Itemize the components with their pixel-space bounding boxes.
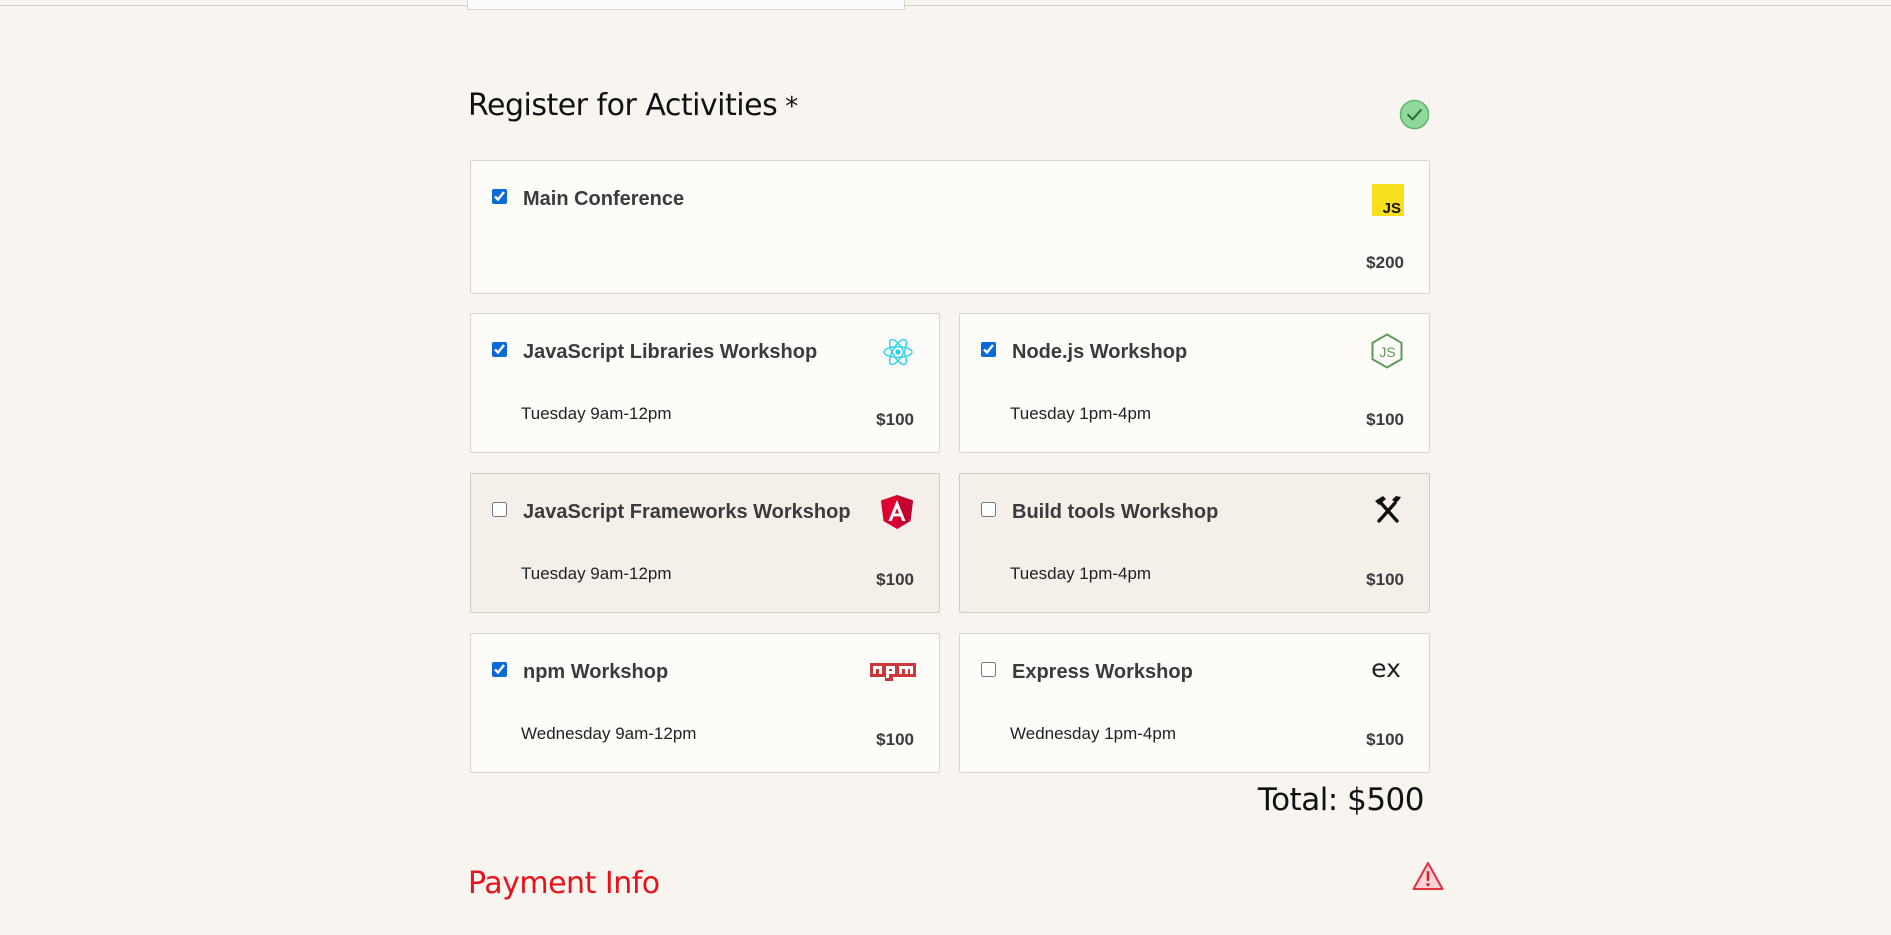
activity-checkbox[interactable] — [981, 502, 996, 517]
top-divider — [0, 5, 1891, 6]
activity-build-tools[interactable]: Build tools Workshop Tuesday 1pm-4pm $10… — [959, 473, 1430, 613]
activity-price: $100 — [876, 410, 914, 429]
build-tools-icon — [1375, 496, 1401, 523]
activity-js-frameworks[interactable]: JavaScript Frameworks Workshop Tuesday 9… — [470, 473, 940, 613]
activity-name: JavaScript Frameworks Workshop — [523, 501, 851, 523]
activity-price: $100 — [876, 730, 914, 749]
activity-time: Tuesday 9am-12pm — [521, 564, 672, 583]
activity-name: Main Conference — [523, 188, 685, 210]
activity-name: JavaScript Libraries Workshop — [523, 341, 818, 363]
previous-field-bottom — [467, 0, 905, 10]
nodejs-logo-icon: JS — [1371, 333, 1403, 369]
activity-checkbox[interactable] — [492, 189, 507, 204]
react-logo-icon — [883, 338, 913, 366]
activity-price: $100 — [1366, 730, 1404, 749]
activity-price: $200 — [1366, 253, 1404, 272]
javascript-logo-icon: JS — [1372, 184, 1404, 216]
activity-npm[interactable]: npm Workshop Wednesday 9am-12pm $100 — [470, 633, 940, 773]
warning-icon — [1412, 862, 1444, 890]
activity-price: $100 — [876, 570, 914, 589]
activity-name: npm Workshop — [523, 661, 669, 683]
activity-checkbox[interactable] — [981, 662, 996, 677]
activity-js-libraries[interactable]: JavaScript Libraries Workshop Tuesday 9a… — [470, 313, 940, 453]
npm-logo-icon — [870, 663, 916, 681]
activity-time: Tuesday 9am-12pm — [521, 404, 672, 423]
activity-price: $100 — [1366, 410, 1404, 429]
activity-time: Wednesday 1pm-4pm — [1010, 724, 1176, 743]
activity-time: Tuesday 1pm-4pm — [1010, 404, 1152, 423]
activity-name: Express Workshop — [1012, 661, 1193, 683]
svg-text:JS: JS — [1379, 344, 1395, 360]
activity-time: Wednesday 9am-12pm — [521, 724, 697, 743]
activity-express[interactable]: Express Workshop ex Wednesday 1pm-4pm $1… — [959, 633, 1430, 773]
total-cost: Total: $500 — [1257, 782, 1425, 818]
activity-checkbox[interactable] — [981, 342, 996, 357]
activity-name: Node.js Workshop — [1012, 341, 1188, 363]
angular-logo-icon — [881, 495, 913, 529]
svg-text:JS: JS — [1383, 200, 1401, 216]
activity-price: $100 — [1366, 570, 1404, 589]
activity-main-conference[interactable]: Main Conference JS $200 — [470, 160, 1430, 294]
express-logo-icon: ex — [1371, 654, 1401, 683]
payment-info-title: Payment Info — [468, 866, 660, 901]
activity-checkbox[interactable] — [492, 502, 507, 517]
svg-text:ex: ex — [1371, 654, 1401, 683]
activities-title: Register for Activities * — [468, 88, 798, 123]
activity-checkbox[interactable] — [492, 662, 507, 677]
activity-checkbox[interactable] — [492, 342, 507, 357]
activity-nodejs[interactable]: Node.js Workshop JS Tuesday 1pm-4pm $100 — [959, 313, 1430, 453]
required-mark: * — [785, 92, 798, 122]
activity-name: Build tools Workshop — [1012, 501, 1219, 523]
activity-time: Tuesday 1pm-4pm — [1010, 564, 1152, 583]
valid-check-icon — [1399, 99, 1430, 130]
